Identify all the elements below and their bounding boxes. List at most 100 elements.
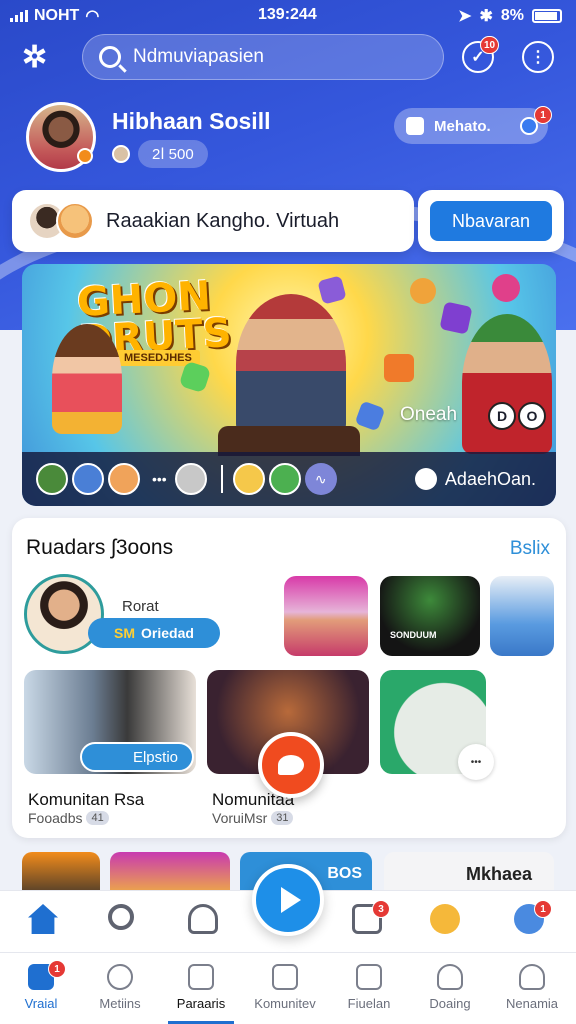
viewer-avatar[interactable] <box>108 463 140 495</box>
play-video-button[interactable] <box>258 732 324 798</box>
cube-icon <box>354 400 386 432</box>
join-room-button[interactable]: Nbavaran <box>430 201 552 241</box>
character-girl <box>52 324 122 434</box>
room-avatar <box>56 202 94 240</box>
chat-button[interactable]: AdaehOan. <box>414 468 536 490</box>
character-woman <box>462 314 552 454</box>
app-logo-icon[interactable]: ✲ <box>22 40 56 74</box>
play-icon <box>278 755 304 775</box>
tab-label: Vraial <box>24 996 58 1011</box>
tab-feed[interactable]: Fiuelan <box>328 958 410 1024</box>
see-all-link[interactable]: Bslix <box>510 538 550 560</box>
strip-label: BOS <box>327 865 362 882</box>
control-button-b[interactable]: O <box>518 402 546 430</box>
live-chip[interactable]: Elpstio <box>80 742 194 772</box>
tab-label: Metiins <box>99 996 141 1011</box>
play-icon <box>281 887 301 913</box>
carrier-text: NOHT <box>34 7 80 24</box>
screen-icon <box>188 964 214 990</box>
tab-label: Nenamia <box>505 996 559 1011</box>
thumbnail-group[interactable] <box>490 576 554 656</box>
tab-profile[interactable]: Nenamia <box>491 958 573 1024</box>
profile-tag-label: Oriedad <box>141 625 194 641</box>
audio-wave-icon[interactable]: ∿ <box>304 463 337 495</box>
community-sub-1: Fooadbs 41 <box>28 810 109 826</box>
emoji-icon[interactable] <box>430 904 460 934</box>
search-bar[interactable]: Ndmuviapasien <box>82 34 444 80</box>
user-icon <box>437 964 463 990</box>
community-sub-2-text: VoruiMsr <box>212 810 268 826</box>
more-options-button[interactable]: ••• <box>458 744 494 780</box>
user-card-icon <box>406 117 424 135</box>
profile-tag[interactable]: SM Oriedad <box>88 618 220 648</box>
tab-messages[interactable]: Metiins <box>79 958 161 1024</box>
more-viewers[interactable]: ••• <box>152 471 167 487</box>
community-title-1[interactable]: Komunitan Rsa <box>28 790 144 810</box>
emoji-icon <box>410 278 436 304</box>
cube-icon <box>317 275 347 305</box>
virtual-room-bar[interactable]: Raaakian Kangho. Virtuah <box>12 190 414 252</box>
tab-community[interactable]: Komunitev <box>244 958 326 1024</box>
more-vertical-icon[interactable]: ⋮ <box>522 41 554 73</box>
virtual-room-title: Raaakian Kangho. Virtuah <box>106 209 340 232</box>
control-button-a[interactable]: D <box>488 402 516 430</box>
frame-label: Mehato. <box>434 117 491 135</box>
cube-icon <box>439 301 473 335</box>
profile-name: Hibhaan Sosill <box>112 108 271 134</box>
profile-icon <box>519 964 545 990</box>
virtual-room-action: Nbavaran <box>418 190 564 252</box>
camera-icon <box>384 354 414 382</box>
live-chip-label: Elpstio <box>132 748 178 766</box>
search-icon[interactable] <box>108 904 134 930</box>
community-count-1: 41 <box>86 811 109 825</box>
viewer-avatar[interactable] <box>174 463 207 495</box>
bluetooth-icon: ✱ <box>479 8 493 25</box>
host-label: Oneah <box>400 404 458 425</box>
battery-percent: 8% <box>500 7 524 24</box>
signal-icon <box>10 10 28 22</box>
chat-icon <box>414 468 437 490</box>
gallery-badge: 3 <box>372 900 390 918</box>
concert-label: SONDUUM <box>390 630 437 640</box>
search-input[interactable]: Ndmuviapasien <box>133 46 264 68</box>
tab-label: Doaing <box>429 996 471 1011</box>
status-dot <box>77 148 93 164</box>
wifi-icon: ◠ <box>85 8 100 25</box>
divider <box>220 465 223 493</box>
tab-following[interactable]: Doaing <box>409 958 491 1024</box>
search-icon <box>99 46 121 68</box>
profile-top-label: Rorat <box>122 598 159 615</box>
profile-tag-code: SM <box>114 625 136 641</box>
emoji-reaction-icon[interactable] <box>232 463 265 495</box>
profile-stats: 2ⅼ 500 <box>112 140 208 168</box>
thumbnail-concert[interactable]: SONDUUM <box>380 576 480 656</box>
frame-button[interactable]: Mehato. <box>394 108 548 144</box>
tab-parties[interactable]: Paraaris <box>160 958 242 1024</box>
feed-icon <box>356 964 382 990</box>
create-button[interactable] <box>252 864 324 936</box>
community-sub-2: VoruiMsr 31 <box>212 810 294 826</box>
tab-label: Fiuelan <box>347 996 391 1011</box>
home-tab-badge: 1 <box>48 960 66 978</box>
thumbnail-woman[interactable] <box>284 576 368 656</box>
notification-badge: 10 <box>480 36 500 54</box>
viewer-avatar[interactable] <box>72 463 104 495</box>
status-bar: NOHT ◠ 139:244 ➤ ✱ 8% <box>0 0 576 30</box>
featured-banner[interactable]: GHON DRUTS MESEDJHES Oneah D O ••• ∿ Ada… <box>22 264 556 506</box>
followers-count: 2ⅼ 500 <box>138 140 208 168</box>
clock: 139:244 <box>258 6 317 23</box>
viewer-strip: ••• ∿ AdaehOan. <box>22 452 556 506</box>
community-sub-1-text: Fooadbs <box>28 810 83 826</box>
user-add-icon[interactable] <box>188 904 218 934</box>
frame-badge: 1 <box>534 106 552 124</box>
viewer-avatar[interactable] <box>36 463 68 495</box>
mini-avatar <box>112 145 130 163</box>
chat-search-icon <box>107 964 133 990</box>
chat-label: AdaehOan. <box>444 468 536 489</box>
battery-icon <box>532 9 562 23</box>
emoji-reaction-icon[interactable] <box>268 463 301 495</box>
tab-home[interactable]: Vraial <box>0 958 82 1024</box>
music-icon <box>492 274 520 302</box>
profile-badge: 1 <box>534 900 552 918</box>
strip-label: Mkhaea <box>465 863 532 884</box>
